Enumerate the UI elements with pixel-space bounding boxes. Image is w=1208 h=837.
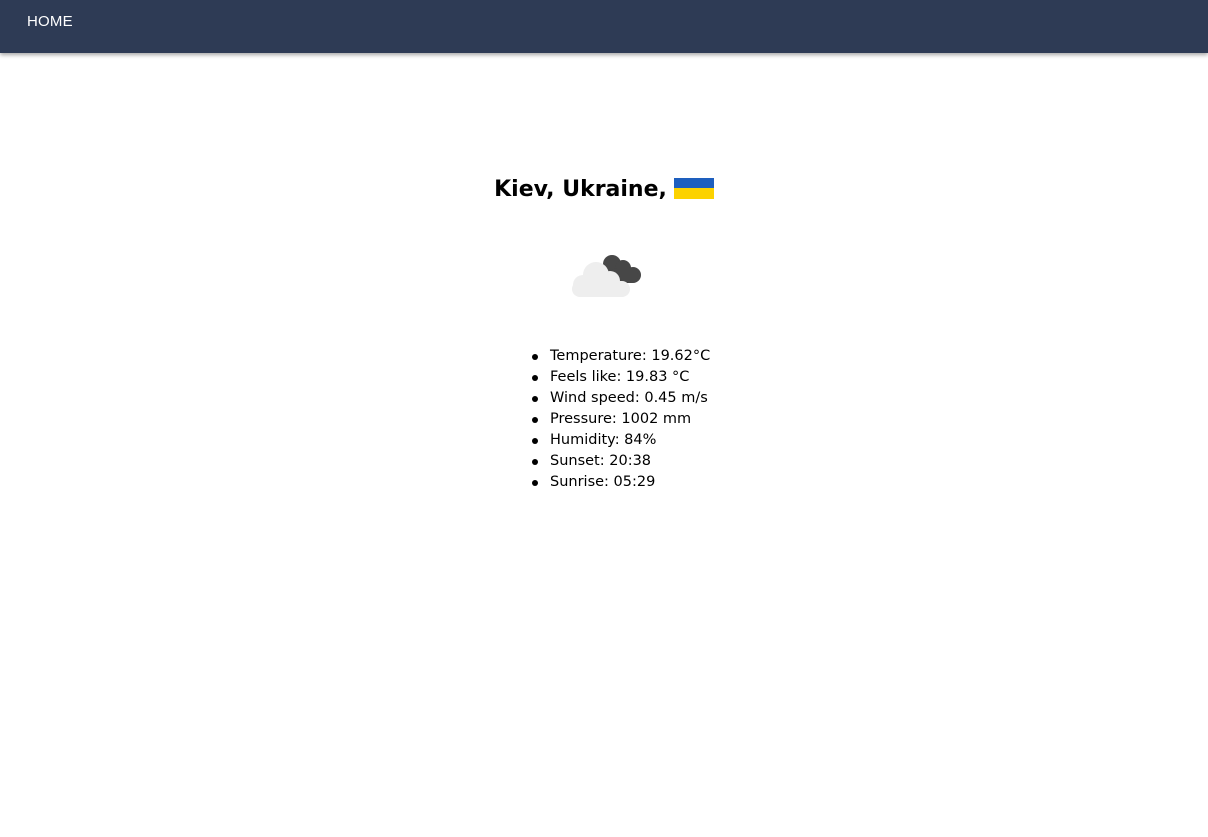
location-header: Kiev, Ukraine, (0, 176, 1208, 204)
detail-pressure: Pressure: 1002 mm (531, 409, 710, 430)
detail-sunrise: Sunrise: 05:29 (531, 472, 710, 493)
detail-temperature: Temperature: 19.62°C (531, 346, 710, 367)
ukraine-flag-icon (673, 177, 714, 199)
city-title: Kiev, Ukraine, (494, 177, 667, 202)
detail-sunset: Sunset: 20:38 (531, 451, 710, 472)
detail-feels-like: Feels like: 19.83 °C (531, 367, 710, 388)
home-link[interactable]: HOME (27, 13, 73, 30)
cloudy-icon (572, 255, 641, 297)
weather-details-list: Temperature: 19.62°C Feels like: 19.83 °… (530, 346, 710, 493)
top-navbar: HOME (0, 0, 1208, 53)
detail-wind-speed: Wind speed: 0.45 m/s (531, 388, 710, 409)
detail-humidity: Humidity: 84% (531, 430, 710, 451)
